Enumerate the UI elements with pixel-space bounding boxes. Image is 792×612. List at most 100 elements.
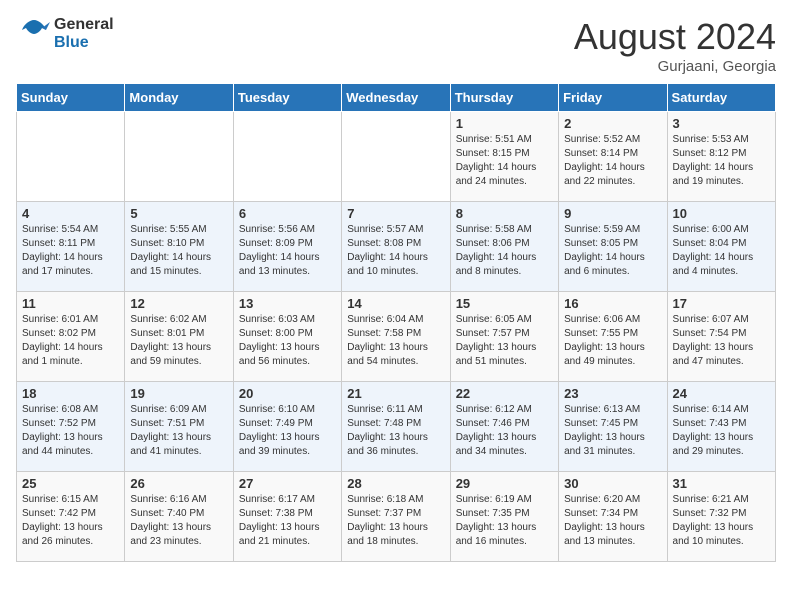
calendar-cell: 1 Sunrise: 5:51 AMSunset: 8:15 PMDaylight… [450,112,558,202]
day-number: 9 [564,206,661,221]
page-header: General Blue August 2024 Gurjaani, Georg… [16,16,776,75]
calendar-cell: 11Sunrise: 6:01 AMSunset: 8:02 PMDayligh… [17,292,125,382]
day-info: Sunrise: 6:04 AMSunset: 7:58 PMDaylight:… [347,313,444,369]
day-number: 18 [22,386,119,401]
col-wednesday: Wednesday [342,84,450,112]
day-number: 24 [673,386,770,401]
calendar-cell: 18 Sunrise: 6:08 AMSunset: 7:52 PMDayligh… [17,382,125,472]
day-info: Sunrise: 6:21 AMSunset: 7:32 PMDaylight:… [673,493,770,549]
calendar-cell: 2 Sunrise: 5:52 AMSunset: 8:14 PMDaylight… [559,112,667,202]
day-number: 15 [456,296,553,311]
page-container: General Blue August 2024 Gurjaani, Georg… [16,16,776,562]
calendar-cell: 16Sunrise: 6:06 AMSunset: 7:55 PMDayligh… [559,292,667,382]
day-info: Sunrise: 5:51 AMSunset: 8:15 PMDaylight:… [456,133,553,189]
day-info: Sunrise: 6:19 AMSunset: 7:35 PMDaylight:… [456,493,553,549]
day-info: Sunrise: 5:54 AMSunset: 8:11 PMDaylight:… [22,223,119,279]
calendar-cell: 25Sunrise: 6:15 AMSunset: 7:42 PMDayligh… [17,472,125,562]
calendar-week-2: 4 Sunrise: 5:54 AMSunset: 8:11 PMDaylight… [17,202,776,292]
calendar-cell: 10 Sunrise: 6:00 AMSunset: 8:04 PMDayligh… [667,202,775,292]
calendar-cell: 4 Sunrise: 5:54 AMSunset: 8:11 PMDaylight… [17,202,125,292]
day-number: 3 [673,116,770,131]
day-number: 11 [22,296,119,311]
logo-general: General [54,16,114,33]
calendar-cell: 27 Sunrise: 6:17 AMSunset: 7:38 PMDayligh… [233,472,341,562]
col-sunday: Sunday [17,84,125,112]
calendar-cell [233,112,341,202]
day-info: Sunrise: 5:56 AMSunset: 8:09 PMDaylight:… [239,223,336,279]
calendar-cell: 26Sunrise: 6:16 AMSunset: 7:40 PMDayligh… [125,472,233,562]
day-info: Sunrise: 5:52 AMSunset: 8:14 PMDaylight:… [564,133,661,189]
calendar-body: 1 Sunrise: 5:51 AMSunset: 8:15 PMDaylight… [17,112,776,562]
day-info: Sunrise: 6:16 AMSunset: 7:40 PMDaylight:… [130,493,227,549]
calendar-cell: 9Sunrise: 5:59 AMSunset: 8:05 PMDaylight… [559,202,667,292]
col-monday: Monday [125,84,233,112]
day-info: Sunrise: 6:00 AMSunset: 8:04 PMDaylight:… [673,223,770,279]
day-info: Sunrise: 6:18 AMSunset: 7:37 PMDaylight:… [347,493,444,549]
calendar-cell: 13Sunrise: 6:03 AMSunset: 8:00 PMDayligh… [233,292,341,382]
day-number: 1 [456,116,553,131]
calendar-cell: 15 Sunrise: 6:05 AMSunset: 7:57 PMDayligh… [450,292,558,382]
day-number: 22 [456,386,553,401]
calendar-cell: 31 Sunrise: 6:21 AMSunset: 7:32 PMDayligh… [667,472,775,562]
day-number: 31 [673,476,770,491]
col-friday: Friday [559,84,667,112]
col-tuesday: Tuesday [233,84,341,112]
title-block: August 2024 Gurjaani, Georgia [574,16,776,75]
calendar-week-1: 1 Sunrise: 5:51 AMSunset: 8:15 PMDaylight… [17,112,776,202]
day-number: 29 [456,476,553,491]
calendar-cell [125,112,233,202]
day-number: 23 [564,386,661,401]
day-info: Sunrise: 6:20 AMSunset: 7:34 PMDaylight:… [564,493,661,549]
day-number: 4 [22,206,119,221]
day-info: Sunrise: 6:12 AMSunset: 7:46 PMDaylight:… [456,403,553,459]
calendar-cell: 14Sunrise: 6:04 AMSunset: 7:58 PMDayligh… [342,292,450,382]
day-number: 6 [239,206,336,221]
calendar-week-4: 18 Sunrise: 6:08 AMSunset: 7:52 PMDayligh… [17,382,776,472]
logo: General Blue [16,16,114,52]
day-info: Sunrise: 5:53 AMSunset: 8:12 PMDaylight:… [673,133,770,189]
day-number: 27 [239,476,336,491]
calendar-cell: 28 Sunrise: 6:18 AMSunset: 7:37 PMDayligh… [342,472,450,562]
calendar-cell: 20 Sunrise: 6:10 AMSunset: 7:49 PMDayligh… [233,382,341,472]
day-number: 8 [456,206,553,221]
day-number: 10 [673,206,770,221]
calendar-cell: 7 Sunrise: 5:57 AMSunset: 8:08 PMDaylight… [342,202,450,292]
calendar-cell: 3 Sunrise: 5:53 AMSunset: 8:12 PMDaylight… [667,112,775,202]
calendar-cell: 24 Sunrise: 6:14 AMSunset: 7:43 PMDayligh… [667,382,775,472]
day-info: Sunrise: 6:17 AMSunset: 7:38 PMDaylight:… [239,493,336,549]
day-info: Sunrise: 6:10 AMSunset: 7:49 PMDaylight:… [239,403,336,459]
day-info: Sunrise: 6:05 AMSunset: 7:57 PMDaylight:… [456,313,553,369]
day-info: Sunrise: 6:02 AMSunset: 8:01 PMDaylight:… [130,313,227,369]
logo-bird-icon [16,16,52,52]
calendar-cell: 19Sunrise: 6:09 AMSunset: 7:51 PMDayligh… [125,382,233,472]
calendar-cell [17,112,125,202]
calendar-week-3: 11Sunrise: 6:01 AMSunset: 8:02 PMDayligh… [17,292,776,382]
day-info: Sunrise: 6:03 AMSunset: 8:00 PMDaylight:… [239,313,336,369]
col-saturday: Saturday [667,84,775,112]
calendar-week-5: 25Sunrise: 6:15 AMSunset: 7:42 PMDayligh… [17,472,776,562]
day-info: Sunrise: 6:08 AMSunset: 7:52 PMDaylight:… [22,403,119,459]
day-info: Sunrise: 5:57 AMSunset: 8:08 PMDaylight:… [347,223,444,279]
day-number: 16 [564,296,661,311]
calendar-cell: 21Sunrise: 6:11 AMSunset: 7:48 PMDayligh… [342,382,450,472]
day-number: 28 [347,476,444,491]
day-info: Sunrise: 5:58 AMSunset: 8:06 PMDaylight:… [456,223,553,279]
day-number: 20 [239,386,336,401]
month-title: August 2024 [574,16,776,58]
day-number: 5 [130,206,227,221]
day-number: 7 [347,206,444,221]
day-info: Sunrise: 6:13 AMSunset: 7:45 PMDaylight:… [564,403,661,459]
calendar-cell [342,112,450,202]
day-info: Sunrise: 6:09 AMSunset: 7:51 PMDaylight:… [130,403,227,459]
day-info: Sunrise: 6:11 AMSunset: 7:48 PMDaylight:… [347,403,444,459]
calendar-cell: 6 Sunrise: 5:56 AMSunset: 8:09 PMDaylight… [233,202,341,292]
calendar-cell: 12Sunrise: 6:02 AMSunset: 8:01 PMDayligh… [125,292,233,382]
logo-blue: Blue [54,34,89,51]
calendar-header: Sunday Monday Tuesday Wednesday Thursday… [17,84,776,112]
location: Gurjaani, Georgia [574,58,776,75]
calendar-cell: 5Sunrise: 5:55 AMSunset: 8:10 PMDaylight… [125,202,233,292]
calendar-cell: 29 Sunrise: 6:19 AMSunset: 7:35 PMDayligh… [450,472,558,562]
calendar-table: Sunday Monday Tuesday Wednesday Thursday… [16,83,776,562]
day-number: 2 [564,116,661,131]
day-info: Sunrise: 6:14 AMSunset: 7:43 PMDaylight:… [673,403,770,459]
